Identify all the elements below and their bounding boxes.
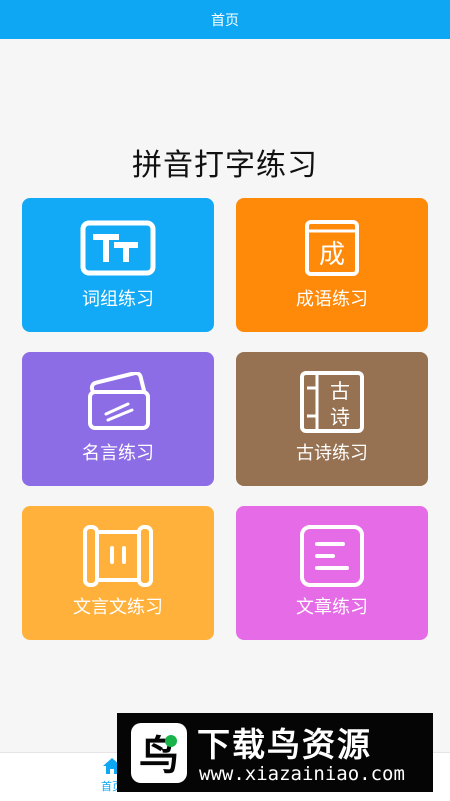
scroll-icon bbox=[80, 524, 156, 588]
poem-book-icon: 古 诗 bbox=[294, 370, 370, 434]
app-header: 首页 bbox=[0, 0, 450, 39]
watermark-banner: 鸟 下载鸟资源 www.xiazainiao.com bbox=[117, 713, 433, 792]
header-title: 首页 bbox=[211, 12, 239, 29]
card-quote-practice[interactable]: 名言练习 bbox=[22, 352, 214, 486]
card-label: 词组练习 bbox=[82, 289, 154, 310]
poem-glyph-bottom: 诗 bbox=[330, 405, 350, 429]
card-label: 成语练习 bbox=[296, 289, 368, 310]
card-label: 文章练习 bbox=[296, 597, 368, 618]
card-phrase-practice[interactable]: 词组练习 bbox=[22, 198, 214, 332]
card-idiom-practice[interactable]: 成 成语练习 bbox=[236, 198, 428, 332]
card-classical-chinese-practice[interactable]: 文言文练习 bbox=[22, 506, 214, 640]
watermark-title: 下载鸟资源 bbox=[197, 725, 372, 764]
card-article-practice[interactable]: 文章练习 bbox=[236, 506, 428, 640]
idiom-book-icon: 成 bbox=[294, 216, 370, 280]
bird-logo-icon: 鸟 bbox=[131, 723, 187, 783]
poem-glyph-top: 古 bbox=[330, 379, 350, 403]
card-label: 古诗练习 bbox=[296, 443, 368, 464]
tt-text-icon bbox=[80, 216, 156, 280]
card-label: 文言文练习 bbox=[73, 597, 163, 618]
watermark-url: www.xiazainiao.com bbox=[199, 763, 405, 785]
card-label: 名言练习 bbox=[82, 443, 154, 464]
quote-cards-icon bbox=[80, 370, 156, 434]
idiom-glyph: 成 bbox=[319, 240, 345, 270]
card-poem-practice[interactable]: 古 诗 古诗练习 bbox=[236, 352, 428, 486]
article-doc-icon bbox=[294, 524, 370, 588]
page-title: 拼音打字练习 bbox=[132, 148, 318, 183]
